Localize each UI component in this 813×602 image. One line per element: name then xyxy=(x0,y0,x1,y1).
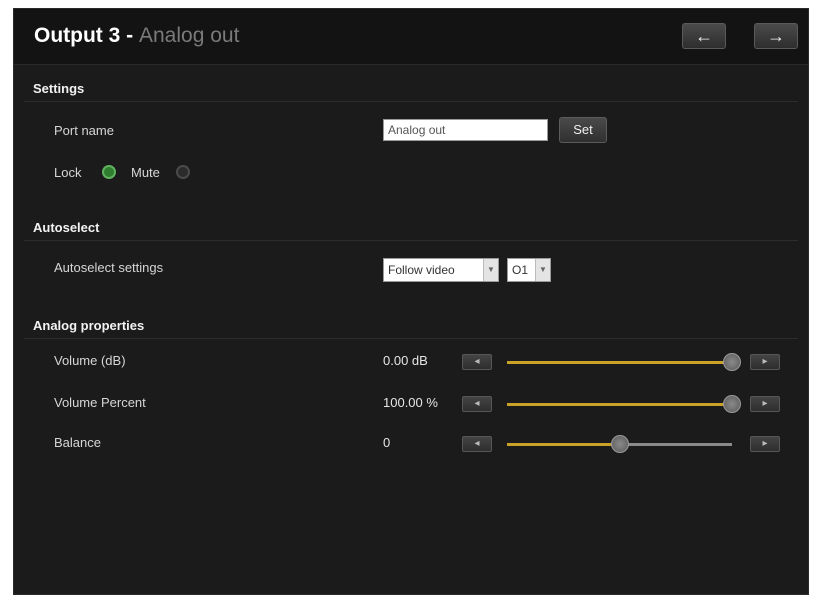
slider-track-filled xyxy=(507,361,732,364)
autoselect-divider xyxy=(24,240,798,241)
set-button[interactable]: Set xyxy=(559,117,607,143)
increase-button[interactable]: ▸ xyxy=(750,436,780,452)
analog-row-label: Volume (dB) xyxy=(54,353,126,368)
title-subtitle: Analog out xyxy=(139,24,240,47)
settings-section-title: Settings xyxy=(33,81,85,96)
arrow-right-icon: → xyxy=(767,26,785,46)
analog-row-label: Balance xyxy=(54,435,101,450)
slider-thumb[interactable] xyxy=(723,353,741,371)
next-output-button[interactable]: → xyxy=(754,23,798,49)
autoselect-channel-value: O1 xyxy=(512,263,529,277)
slider-track-rest xyxy=(619,443,732,446)
decrease-button[interactable]: ◂ xyxy=(462,396,492,412)
decrease-button[interactable]: ◂ xyxy=(462,354,492,370)
page-title: Output 3 - Analog out xyxy=(34,24,239,48)
mute-indicator-icon[interactable] xyxy=(176,165,190,179)
settings-divider xyxy=(24,101,798,102)
chevron-down-icon: ▼ xyxy=(483,259,498,281)
port-name-input[interactable] xyxy=(383,119,548,141)
autoselect-section-title: Autoselect xyxy=(33,220,100,235)
mute-label: Mute xyxy=(131,165,160,180)
title-main: Output 3 - xyxy=(34,24,134,47)
increase-button[interactable]: ▸ xyxy=(750,396,780,412)
port-name-label: Port name xyxy=(54,123,114,138)
analog-row-value: 100.00 % xyxy=(383,395,438,410)
prev-output-button[interactable]: ← xyxy=(682,23,726,49)
slider-track-filled xyxy=(507,403,732,406)
autoselect-mode-value: Follow video xyxy=(388,263,455,277)
increase-button[interactable]: ▸ xyxy=(750,354,780,370)
panel-header: Output 3 - Analog out ← → xyxy=(14,9,808,65)
autoselect-channel-select[interactable]: O1 ▼ xyxy=(507,258,551,282)
analog-divider xyxy=(24,338,798,339)
analog-section-title: Analog properties xyxy=(33,318,145,333)
output-panel: Output 3 - Analog out ← → Settings Port … xyxy=(13,8,809,595)
slider-track-filled xyxy=(507,443,620,446)
analog-row-value: 0 xyxy=(383,435,391,450)
analog-row-label: Volume Percent xyxy=(54,395,146,410)
lock-label: Lock xyxy=(54,165,82,180)
lock-indicator-icon[interactable] xyxy=(102,165,116,179)
slider-thumb[interactable] xyxy=(610,435,629,453)
chevron-down-icon: ▼ xyxy=(535,259,550,281)
arrow-left-icon: ← xyxy=(695,26,713,46)
autoselect-settings-label: Autoselect settings xyxy=(54,260,164,275)
autoselect-mode-select[interactable]: Follow video ▼ xyxy=(383,258,499,282)
decrease-button[interactable]: ◂ xyxy=(462,436,492,452)
slider-thumb[interactable] xyxy=(723,395,741,413)
analog-row-value: 0.00 dB xyxy=(383,353,428,368)
